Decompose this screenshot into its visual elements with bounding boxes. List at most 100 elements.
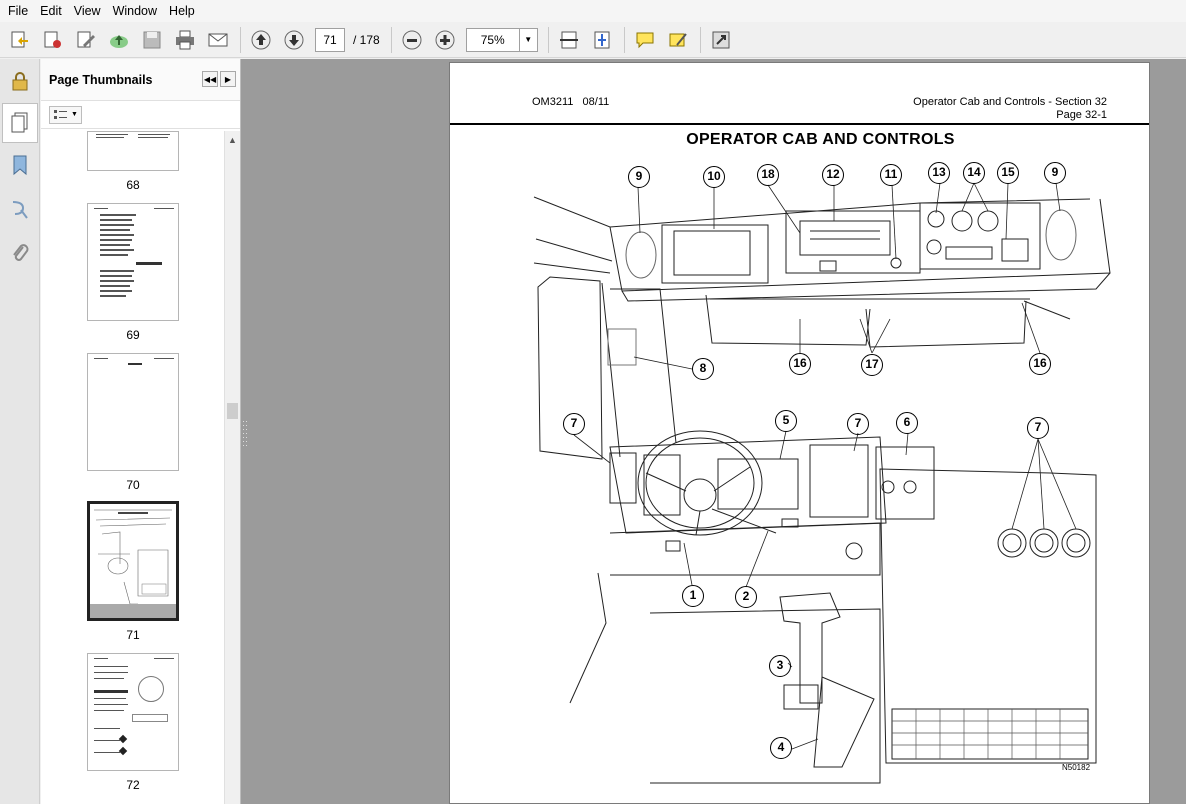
print-icon bbox=[176, 30, 194, 49]
scroll-thumb[interactable] bbox=[227, 403, 238, 419]
thumbnail-label: 68 bbox=[126, 178, 140, 192]
highlight-button[interactable] bbox=[664, 26, 692, 54]
save-icon bbox=[143, 31, 161, 48]
previous-page-icon bbox=[251, 30, 271, 49]
thumbnail-label: 72 bbox=[126, 778, 140, 792]
thumbnail-label: 71 bbox=[126, 628, 140, 642]
thumbnail-label: 70 bbox=[126, 478, 140, 492]
menu-view[interactable]: View bbox=[68, 0, 107, 22]
callout-3: 3 bbox=[769, 655, 791, 677]
print-button[interactable] bbox=[171, 26, 199, 54]
thumb-bullet bbox=[118, 746, 128, 756]
thumb-wheel bbox=[138, 676, 164, 702]
security-button[interactable] bbox=[6, 67, 34, 95]
zoom-in-button[interactable] bbox=[431, 26, 459, 54]
callout-6: 6 bbox=[896, 412, 918, 434]
panel-splitter[interactable] bbox=[241, 59, 249, 804]
fullscreen-button[interactable] bbox=[707, 26, 735, 54]
fit-page-button[interactable] bbox=[588, 26, 616, 54]
toolbar-separator bbox=[390, 26, 392, 53]
figure-id: N50182 bbox=[1062, 763, 1091, 772]
chevron-up-icon[interactable]: ▲ bbox=[228, 135, 237, 145]
callout-2: 2 bbox=[735, 586, 757, 608]
toolbar-separator bbox=[699, 26, 701, 53]
panel-menu-button[interactable]: ▶ bbox=[220, 71, 236, 87]
thumbnail-page-68[interactable] bbox=[87, 131, 179, 171]
double-chevron-left-icon: ◀◀ bbox=[203, 74, 217, 84]
pdf-settings-button[interactable] bbox=[39, 26, 67, 54]
panel-controls: ◀◀ ▶ bbox=[200, 71, 236, 87]
thumbnail-list: 68 69 70 71 72 bbox=[41, 131, 224, 804]
callout-9b: 9 bbox=[1044, 162, 1066, 184]
callout-1: 1 bbox=[682, 585, 704, 607]
navigation-rail bbox=[0, 59, 40, 804]
callout-10: 10 bbox=[703, 166, 725, 188]
thumbnail-scrollbar[interactable]: ▲ bbox=[224, 131, 240, 804]
callout-4: 4 bbox=[770, 737, 792, 759]
thumb-bullet bbox=[118, 734, 128, 744]
email-button[interactable] bbox=[204, 26, 232, 54]
grip-icon bbox=[243, 421, 247, 446]
create-pdf-button[interactable] bbox=[6, 26, 34, 54]
edit-icon bbox=[77, 31, 95, 47]
chevron-right-icon: ▶ bbox=[224, 74, 232, 84]
paperclip-icon bbox=[13, 244, 29, 261]
callout-17: 17 bbox=[861, 354, 883, 376]
highlight-icon bbox=[669, 32, 687, 46]
thumbnail-page-70[interactable] bbox=[87, 353, 179, 471]
collapse-panel-button[interactable]: ◀◀ bbox=[202, 71, 218, 87]
fit-width-button[interactable] bbox=[555, 26, 583, 54]
current-page-input[interactable]: 71 bbox=[315, 27, 345, 52]
upload-button[interactable] bbox=[105, 26, 133, 54]
upload-icon bbox=[110, 34, 128, 48]
bookmarks-button[interactable] bbox=[6, 151, 34, 179]
thumbnail-page-72[interactable] bbox=[87, 653, 179, 771]
lock-icon bbox=[12, 72, 28, 91]
zoom-value[interactable]: 75% bbox=[467, 29, 519, 51]
previous-page-button[interactable] bbox=[247, 26, 275, 54]
callout-5: 5 bbox=[775, 410, 797, 432]
callout-13: 13 bbox=[928, 162, 950, 184]
callout-7c: 7 bbox=[1027, 417, 1049, 439]
callout-11: 11 bbox=[880, 164, 902, 186]
attachments-button[interactable] bbox=[6, 239, 34, 267]
thumbnail-options: ▼ bbox=[41, 101, 240, 129]
menu-window[interactable]: Window bbox=[107, 0, 163, 22]
menu-file[interactable]: File bbox=[2, 0, 34, 22]
menu-bar: File Edit View Window Help bbox=[0, 0, 1186, 22]
signatures-button[interactable] bbox=[6, 195, 34, 223]
chevron-down-icon: ▼ bbox=[71, 111, 78, 118]
zoom-in-icon bbox=[435, 30, 455, 49]
pdf-settings-icon bbox=[44, 31, 61, 48]
zoom-out-button[interactable] bbox=[398, 26, 426, 54]
comment-button[interactable] bbox=[631, 26, 659, 54]
fit-page-icon bbox=[594, 31, 610, 48]
save-button[interactable] bbox=[138, 26, 166, 54]
callout-7: 7 bbox=[563, 413, 585, 435]
signature-icon bbox=[12, 201, 28, 219]
pages-icon bbox=[11, 112, 28, 133]
options-button[interactable]: ▼ bbox=[49, 105, 82, 124]
edit-button[interactable] bbox=[72, 26, 100, 54]
menu-edit[interactable]: Edit bbox=[34, 0, 68, 22]
thumbnail-page-71[interactable] bbox=[87, 501, 179, 621]
options-icon bbox=[54, 109, 67, 119]
bookmark-icon bbox=[13, 155, 27, 176]
create-pdf-icon bbox=[11, 31, 28, 47]
zoom-select[interactable]: 75% ▼ bbox=[465, 27, 538, 52]
callout-16: 16 bbox=[789, 353, 811, 375]
thumbnail-figure bbox=[90, 504, 176, 618]
comment-icon bbox=[636, 32, 654, 48]
page-thumbnails-button[interactable] bbox=[2, 103, 38, 143]
toolbar-separator bbox=[547, 26, 549, 53]
thumbnail-page-69[interactable] bbox=[87, 203, 179, 321]
menu-help[interactable]: Help bbox=[163, 0, 201, 22]
next-page-button[interactable] bbox=[280, 26, 308, 54]
next-page-icon bbox=[284, 30, 304, 49]
chevron-down-icon[interactable]: ▼ bbox=[518, 28, 537, 51]
zoom-out-icon bbox=[402, 30, 422, 49]
callout-15: 15 bbox=[997, 162, 1019, 184]
thumb-box bbox=[132, 714, 168, 722]
callout-18: 18 bbox=[757, 164, 779, 186]
toolbar: 71 / 178 75% ▼ bbox=[0, 22, 1186, 58]
